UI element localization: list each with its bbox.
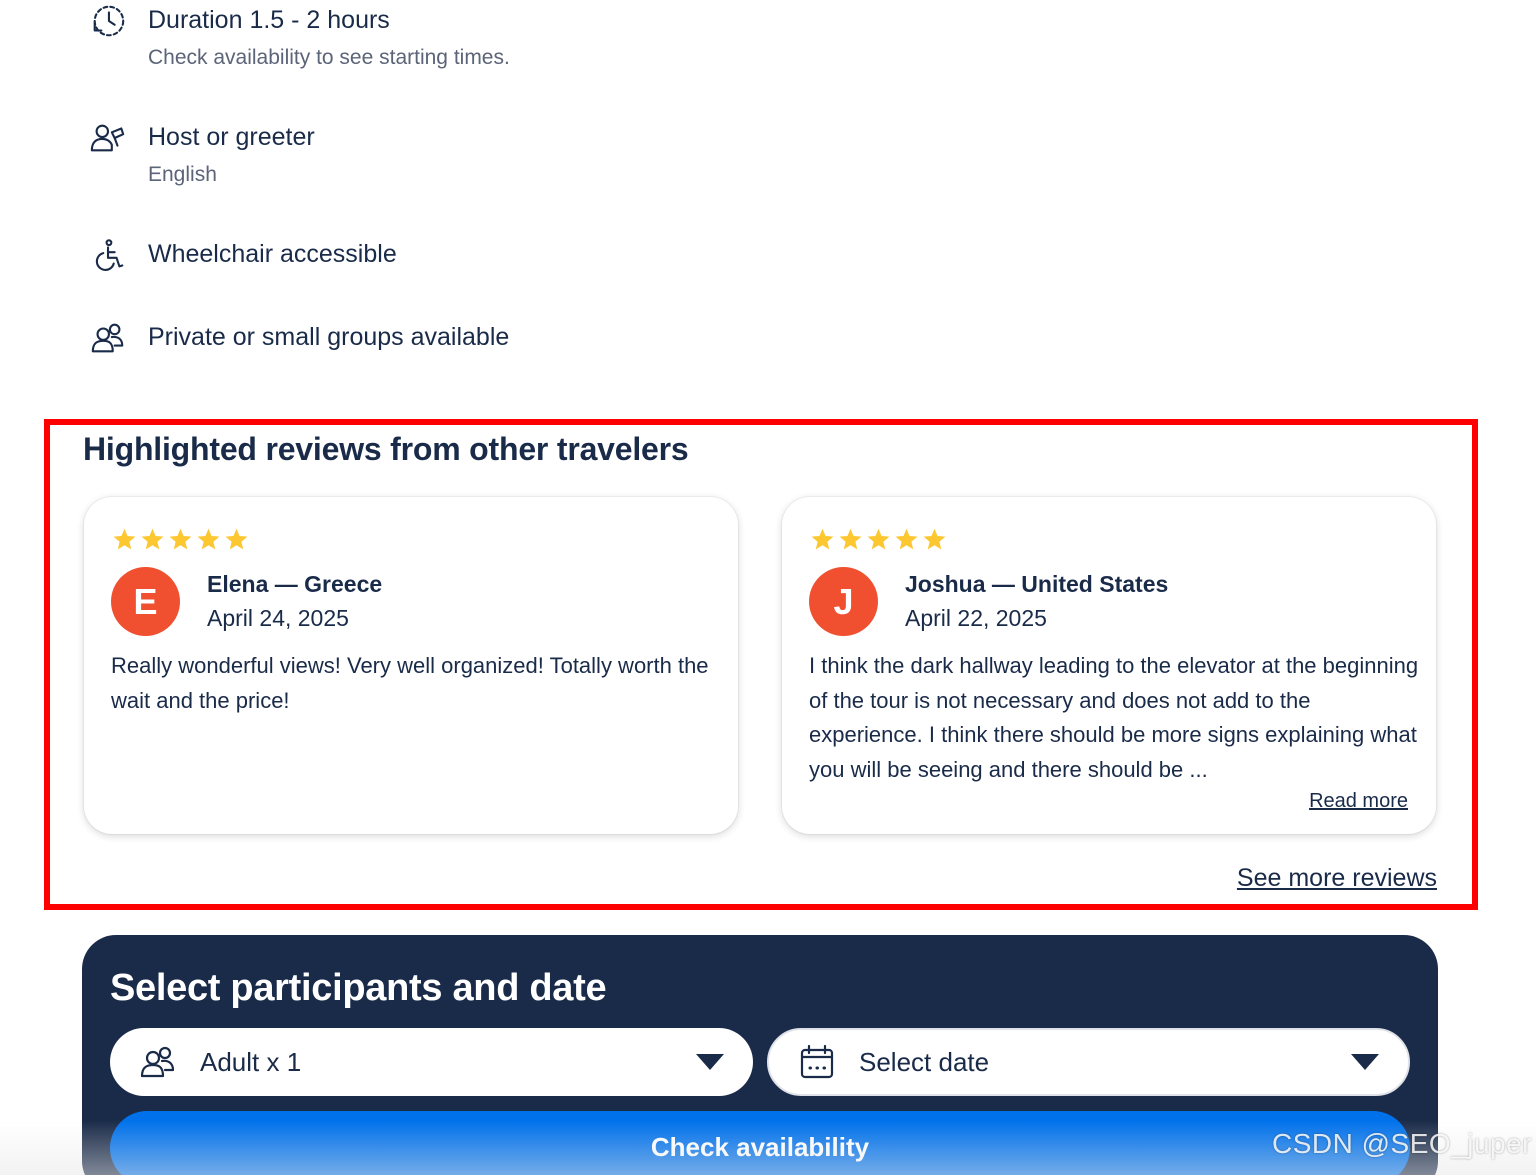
star-icon <box>140 527 165 552</box>
star-icon <box>168 527 193 552</box>
read-more-link[interactable]: Read more <box>1309 790 1408 813</box>
reviewer-name: Elena — Greece <box>207 571 383 597</box>
star-icon <box>112 527 137 552</box>
reviews-heading: Highlighted reviews from other travelers <box>83 431 689 467</box>
reviewer-name: Joshua — United States <box>905 571 1169 597</box>
star-icon <box>196 527 221 552</box>
star-icon <box>922 527 947 552</box>
participants-select[interactable]: Adult x 1 <box>110 1028 753 1096</box>
review-date: April 24, 2025 <box>207 605 349 631</box>
participants-value: Adult x 1 <box>200 1046 302 1077</box>
chevron-down-icon <box>1350 1053 1380 1071</box>
watermark: CSDN @SEO_juper <box>1271 1128 1532 1159</box>
review-text: Really wonderful views! Very well organi… <box>111 653 709 713</box>
star-rating <box>810 527 947 552</box>
booking-title: Select participants and date <box>110 967 607 1009</box>
feature-title: Host or greeter <box>148 123 315 151</box>
group-icon <box>86 317 130 357</box>
star-icon <box>838 527 863 552</box>
feature-host: Host or greeter English <box>86 117 315 191</box>
review-card: E Elena — Greece April 24, 2025 Really w… <box>84 497 738 834</box>
booking-panel: Select participants and date Adult x 1 S… <box>82 935 1438 1175</box>
star-icon <box>894 527 919 552</box>
feature-duration: Duration 1.5 - 2 hours Check availabilit… <box>86 0 510 74</box>
star-icon <box>224 527 249 552</box>
chevron-down-icon <box>695 1053 725 1071</box>
feature-subtitle: English <box>148 163 217 186</box>
feature-title: Private or small groups available <box>148 323 510 351</box>
review-text: I think the dark hallway leading to the … <box>809 653 1419 782</box>
avatar: E <box>111 567 180 636</box>
date-select[interactable]: Select date <box>767 1028 1410 1096</box>
feature-subtitle: Check availability to see starting times… <box>148 46 510 69</box>
star-icon <box>866 527 891 552</box>
participants-icon <box>138 1042 178 1082</box>
check-availability-button[interactable]: Check availability <box>110 1111 1410 1175</box>
wheelchair-icon <box>86 234 130 274</box>
star-rating <box>112 527 249 552</box>
review-date: April 22, 2025 <box>905 605 1047 631</box>
clock-history-icon <box>86 0 130 40</box>
feature-title: Wheelchair accessible <box>148 240 397 268</box>
host-greeter-icon <box>86 117 130 157</box>
calendar-icon <box>797 1042 837 1082</box>
review-card: J Joshua — United States April 22, 2025 … <box>782 497 1436 834</box>
feature-wheelchair: Wheelchair accessible <box>86 234 397 274</box>
feature-title: Duration 1.5 - 2 hours <box>148 6 390 34</box>
feature-groups: Private or small groups available <box>86 317 509 357</box>
avatar: J <box>809 567 878 636</box>
see-more-reviews-link[interactable]: See more reviews <box>1237 860 1437 896</box>
star-icon <box>810 527 835 552</box>
date-value: Select date <box>859 1046 990 1077</box>
